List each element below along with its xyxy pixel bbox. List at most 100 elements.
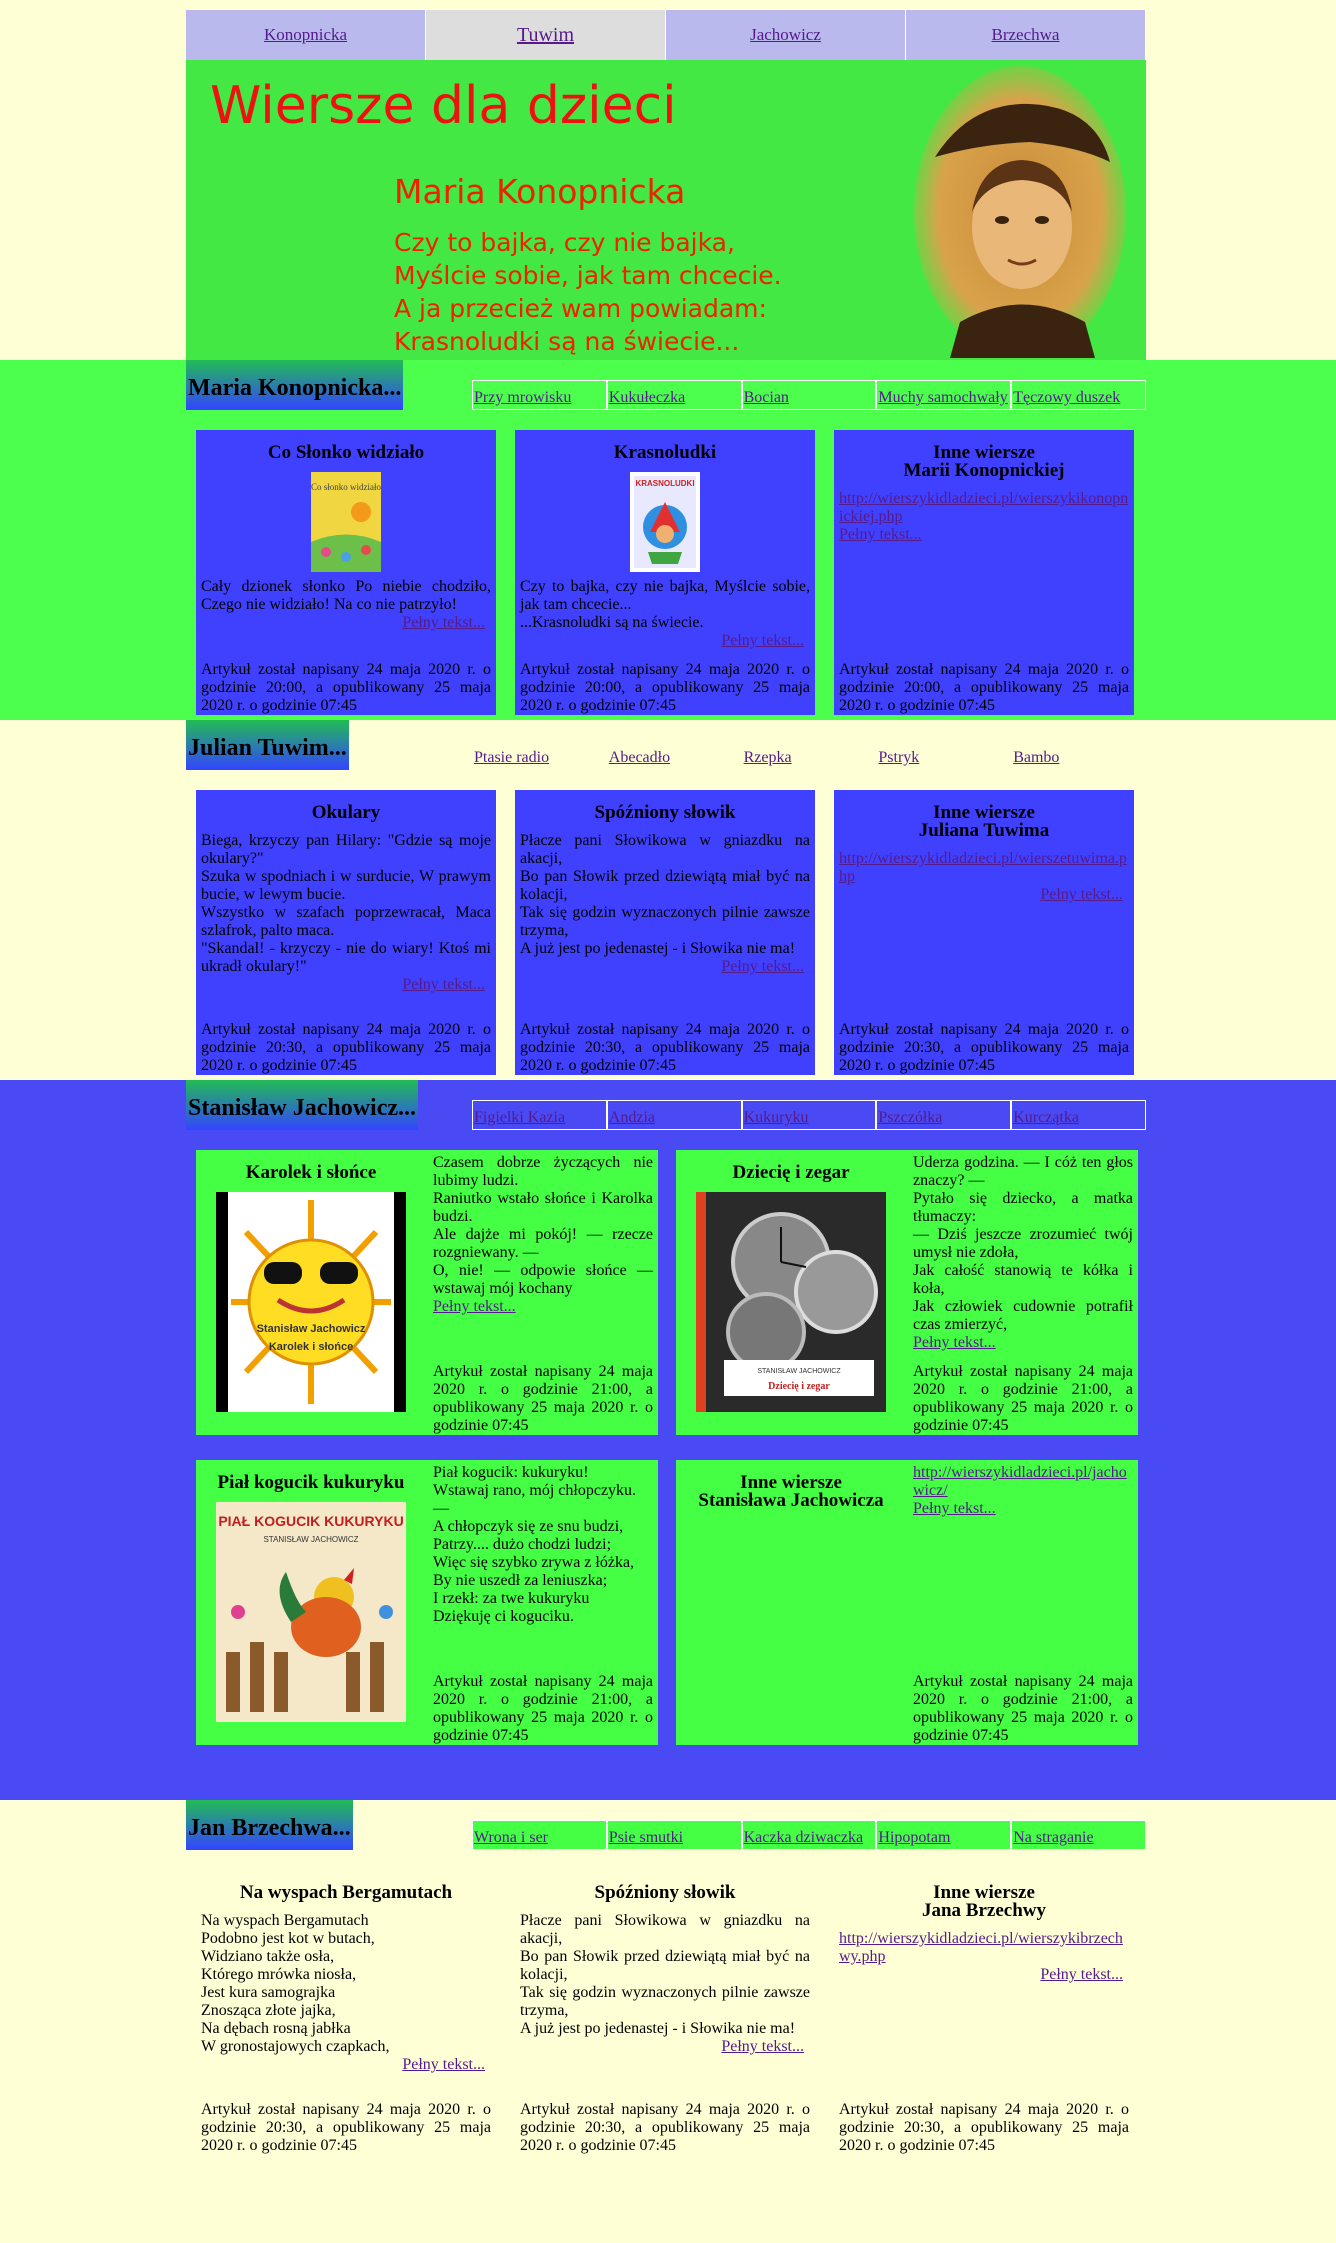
tab-tuwim[interactable]: Tuwim (426, 10, 666, 60)
nav-bambo[interactable]: Bambo (1011, 740, 1146, 770)
poem-excerpt: Czasem dobrze życzących nie lubimy ludzi… (433, 1154, 653, 1297)
full-text-link[interactable]: Pełny tekst... (721, 632, 804, 649)
nav-przy-mrowisku[interactable]: Przy mrowisku (472, 380, 607, 410)
poem-card: Okulary Biega, krzyczy pan Hilary: "Gdzi… (196, 790, 496, 1075)
section-brzechwa: Jan Brzechwa... Wrona i ser Psie smutki … (0, 1800, 1336, 2243)
full-text-link[interactable]: Pełny tekst... (402, 976, 485, 993)
nav-abecadlo[interactable]: Abecadło (607, 740, 742, 770)
nav-kukuleczka[interactable]: Kukułeczka (606, 380, 742, 410)
section-jachowicz: Stanisław Jachowicz... Figielki Kazia An… (0, 1080, 1336, 1800)
poem-title: Na wyspach Bergamutach (239, 1882, 453, 1903)
article-date: Artykuł został napisany 24 maja 2020 r. … (839, 1021, 1129, 1074)
page-title: Wiersze dla dzieci (210, 76, 677, 136)
poem-card: Co Słonko widziało Co słonko widziało Ca… (196, 430, 496, 715)
poem-title: Piał kogucik kukuryku (217, 1472, 405, 1493)
poem-title: Dziecię i zegar (732, 1162, 850, 1183)
nav-pstryk[interactable]: Pstryk (876, 740, 1011, 770)
cover-title-text: Dziecię i zegar (768, 1381, 830, 1392)
nav-ptasie-radio[interactable]: Ptasie radio (472, 740, 607, 770)
poem-excerpt: Na wyspach Bergamutach Podobno jest kot … (201, 1912, 390, 2055)
article-date: Artykuł został napisany 24 maja 2020 r. … (839, 2101, 1129, 2154)
nav-kaczka-dziwaczka[interactable]: Kaczka dziwaczka (741, 1820, 877, 1850)
poem-title: Inne wiersze Stanisława Jachowicza (698, 1472, 884, 1511)
author-link[interactable]: http://wierszykidladzieci.pl/wierszykibr… (839, 1930, 1129, 1966)
poem-excerpt: Czy to bajka, czy nie bajka, Myślcie sob… (520, 578, 810, 631)
article-date: Artykuł został napisany 24 maja 2020 r. … (433, 1673, 653, 1744)
poem-card: Na wyspach Bergamutach Na wyspach Bergam… (196, 1870, 496, 2155)
section-konopnicka: Maria Konopnicka... Przy mrowisku Kukułe… (0, 360, 1336, 720)
tab-konopnicka[interactable]: Konopnicka (186, 10, 426, 60)
article-date: Artykuł został napisany 24 maja 2020 r. … (201, 1021, 491, 1074)
poem-card: Karolek i słońce Stanisław Jachowicz Kar… (196, 1150, 658, 1435)
full-text-link[interactable]: Pełny tekst... (721, 958, 804, 975)
section-nav: Ptasie radio Abecadło Rzepka Pstryk Bamb… (472, 740, 1146, 770)
poem-excerpt: Płacze pani Słowikowa w gniazdku na akac… (520, 832, 810, 957)
nav-psie-smutki[interactable]: Psie smutki (606, 1820, 742, 1850)
nav-wrona-i-ser[interactable]: Wrona i ser (472, 1820, 607, 1850)
section-title: Maria Konopnicka... (186, 360, 404, 410)
poem-card: Inne wiersze Marii Konopnickiej http://w… (834, 430, 1134, 715)
poem-title: Okulary (311, 802, 381, 823)
nav-muchy-samochwaly[interactable]: Muchy samochwały (876, 380, 1012, 410)
full-text-link[interactable]: Pełny tekst... (402, 2056, 485, 2073)
cover-title-text: KRASNOLUDKI (635, 479, 694, 488)
section-tuwim: Julian Tuwim... Ptasie radio Abecadło Rz… (0, 720, 1336, 1080)
poem-title: Spóźniony słowik (594, 802, 736, 823)
section-nav: Wrona i ser Psie smutki Kaczka dziwaczka… (472, 1820, 1146, 1850)
poem-card: Piał kogucik kukuryku PIAŁ KOGUCIK KUKUR… (196, 1460, 658, 1745)
poem-title: Inne wiersze Juliana Tuwima (918, 802, 1050, 841)
full-text-link[interactable]: Pełny tekst... (913, 1334, 996, 1351)
cover-title-text: PIAŁ KOGUCIK KUKURYKU (218, 1513, 403, 1529)
section-title: Jan Brzechwa... (186, 1800, 353, 1850)
poem-excerpt: Cały dzionek słonko Po niebie chodziło, … (201, 578, 495, 613)
nav-na-straganie[interactable]: Na straganie (1011, 1820, 1146, 1850)
poem-title: Inne wiersze Marii Konopnickiej (903, 442, 1065, 481)
tab-jachowicz[interactable]: Jachowicz (666, 10, 906, 60)
section-nav: Figielki Kazia Andzia Kukuryku Pszczółka… (472, 1100, 1146, 1130)
poem-card: Krasnoludki KRASNOLUDKI Czy to bajka, cz… (515, 430, 815, 715)
author-portrait-image (914, 66, 1126, 358)
article-date: Artykuł został napisany 24 maja 2020 r. … (520, 2101, 810, 2154)
full-text-link[interactable]: Pełny tekst... (1040, 886, 1123, 903)
top-nav: Konopnicka Tuwim Jachowicz Brzechwa (186, 10, 1146, 60)
author-link[interactable]: http://wierszykidladzieci.pl/jachowicz/ (913, 1464, 1133, 1500)
header-author: Maria Konopnicka (394, 172, 686, 211)
cover-author-text: STANISŁAW JACHOWICZ (263, 1535, 358, 1544)
full-text-link[interactable]: Pełny tekst... (433, 1298, 516, 1315)
poem-excerpt: Piał kogucik: kukuryku! Wstawaj rano, mó… (433, 1464, 637, 1625)
article-date: Artykuł został napisany 24 maja 2020 r. … (520, 661, 810, 714)
full-text-link[interactable]: Pełny tekst... (1040, 1966, 1123, 1983)
nav-bocian[interactable]: Bocian (741, 380, 877, 410)
full-text-link[interactable]: Pełny tekst... (913, 1500, 996, 1517)
book-cover-image: STANISŁAW JACHOWICZ Dziecię i zegar (696, 1192, 886, 1412)
poem-excerpt: Płacze pani Słowikowa w gniazdku na akac… (520, 1912, 810, 2037)
cover-author-text: STANISŁAW JACHOWICZ (757, 1368, 841, 1375)
nav-figielki-kazia[interactable]: Figielki Kazia (472, 1100, 607, 1130)
nav-teczowy-duszek[interactable]: Tęczowy duszek (1011, 380, 1146, 410)
author-link[interactable]: http://wierszykidladzieci.pl/wierszykiko… (839, 490, 1129, 526)
cover-author-text: Stanisław Jachowicz (257, 1323, 366, 1335)
poem-title: Inne wiersze Jana Brzechwy (921, 1882, 1046, 1921)
nav-hipopotam[interactable]: Hipopotam (876, 1820, 1012, 1850)
tab-brzechwa[interactable]: Brzechwa (906, 10, 1146, 60)
full-text-link[interactable]: Pełny tekst... (402, 614, 485, 631)
full-text-link[interactable]: Pełny tekst... (839, 526, 922, 543)
page-header: Wiersze dla dzieci Maria Konopnicka Czy … (186, 60, 1146, 360)
full-text-link[interactable]: Pełny tekst... (721, 2038, 804, 2055)
article-date: Artykuł został napisany 24 maja 2020 r. … (913, 1363, 1133, 1434)
book-cover-image: KRASNOLUDKI (630, 472, 700, 572)
poem-title: Spóźniony słowik (594, 1882, 736, 1903)
nav-rzepka[interactable]: Rzepka (742, 740, 877, 770)
cover-title-text: Co słonko widziało (311, 482, 381, 492)
poem-title: Krasnoludki (613, 442, 717, 463)
nav-andzia[interactable]: Andzia (606, 1100, 742, 1130)
article-date: Artykuł został napisany 24 maja 2020 r. … (201, 2101, 491, 2154)
nav-kukuryku[interactable]: Kukuryku (741, 1100, 877, 1130)
nav-kurczatka[interactable]: Kurczątka (1011, 1100, 1146, 1130)
article-date: Artykuł został napisany 24 maja 2020 r. … (839, 661, 1129, 714)
article-date: Artykuł został napisany 24 maja 2020 r. … (913, 1673, 1133, 1744)
poem-card: Inne wiersze Jana Brzechwy http://wiersz… (834, 1870, 1134, 2155)
poem-card: Inne wiersze Stanisława Jachowicza http:… (676, 1460, 1138, 1745)
author-link[interactable]: http://wierszykidladzieci.pl/wierszetuwi… (839, 850, 1129, 886)
nav-pszczolka[interactable]: Pszczółka (876, 1100, 1012, 1130)
